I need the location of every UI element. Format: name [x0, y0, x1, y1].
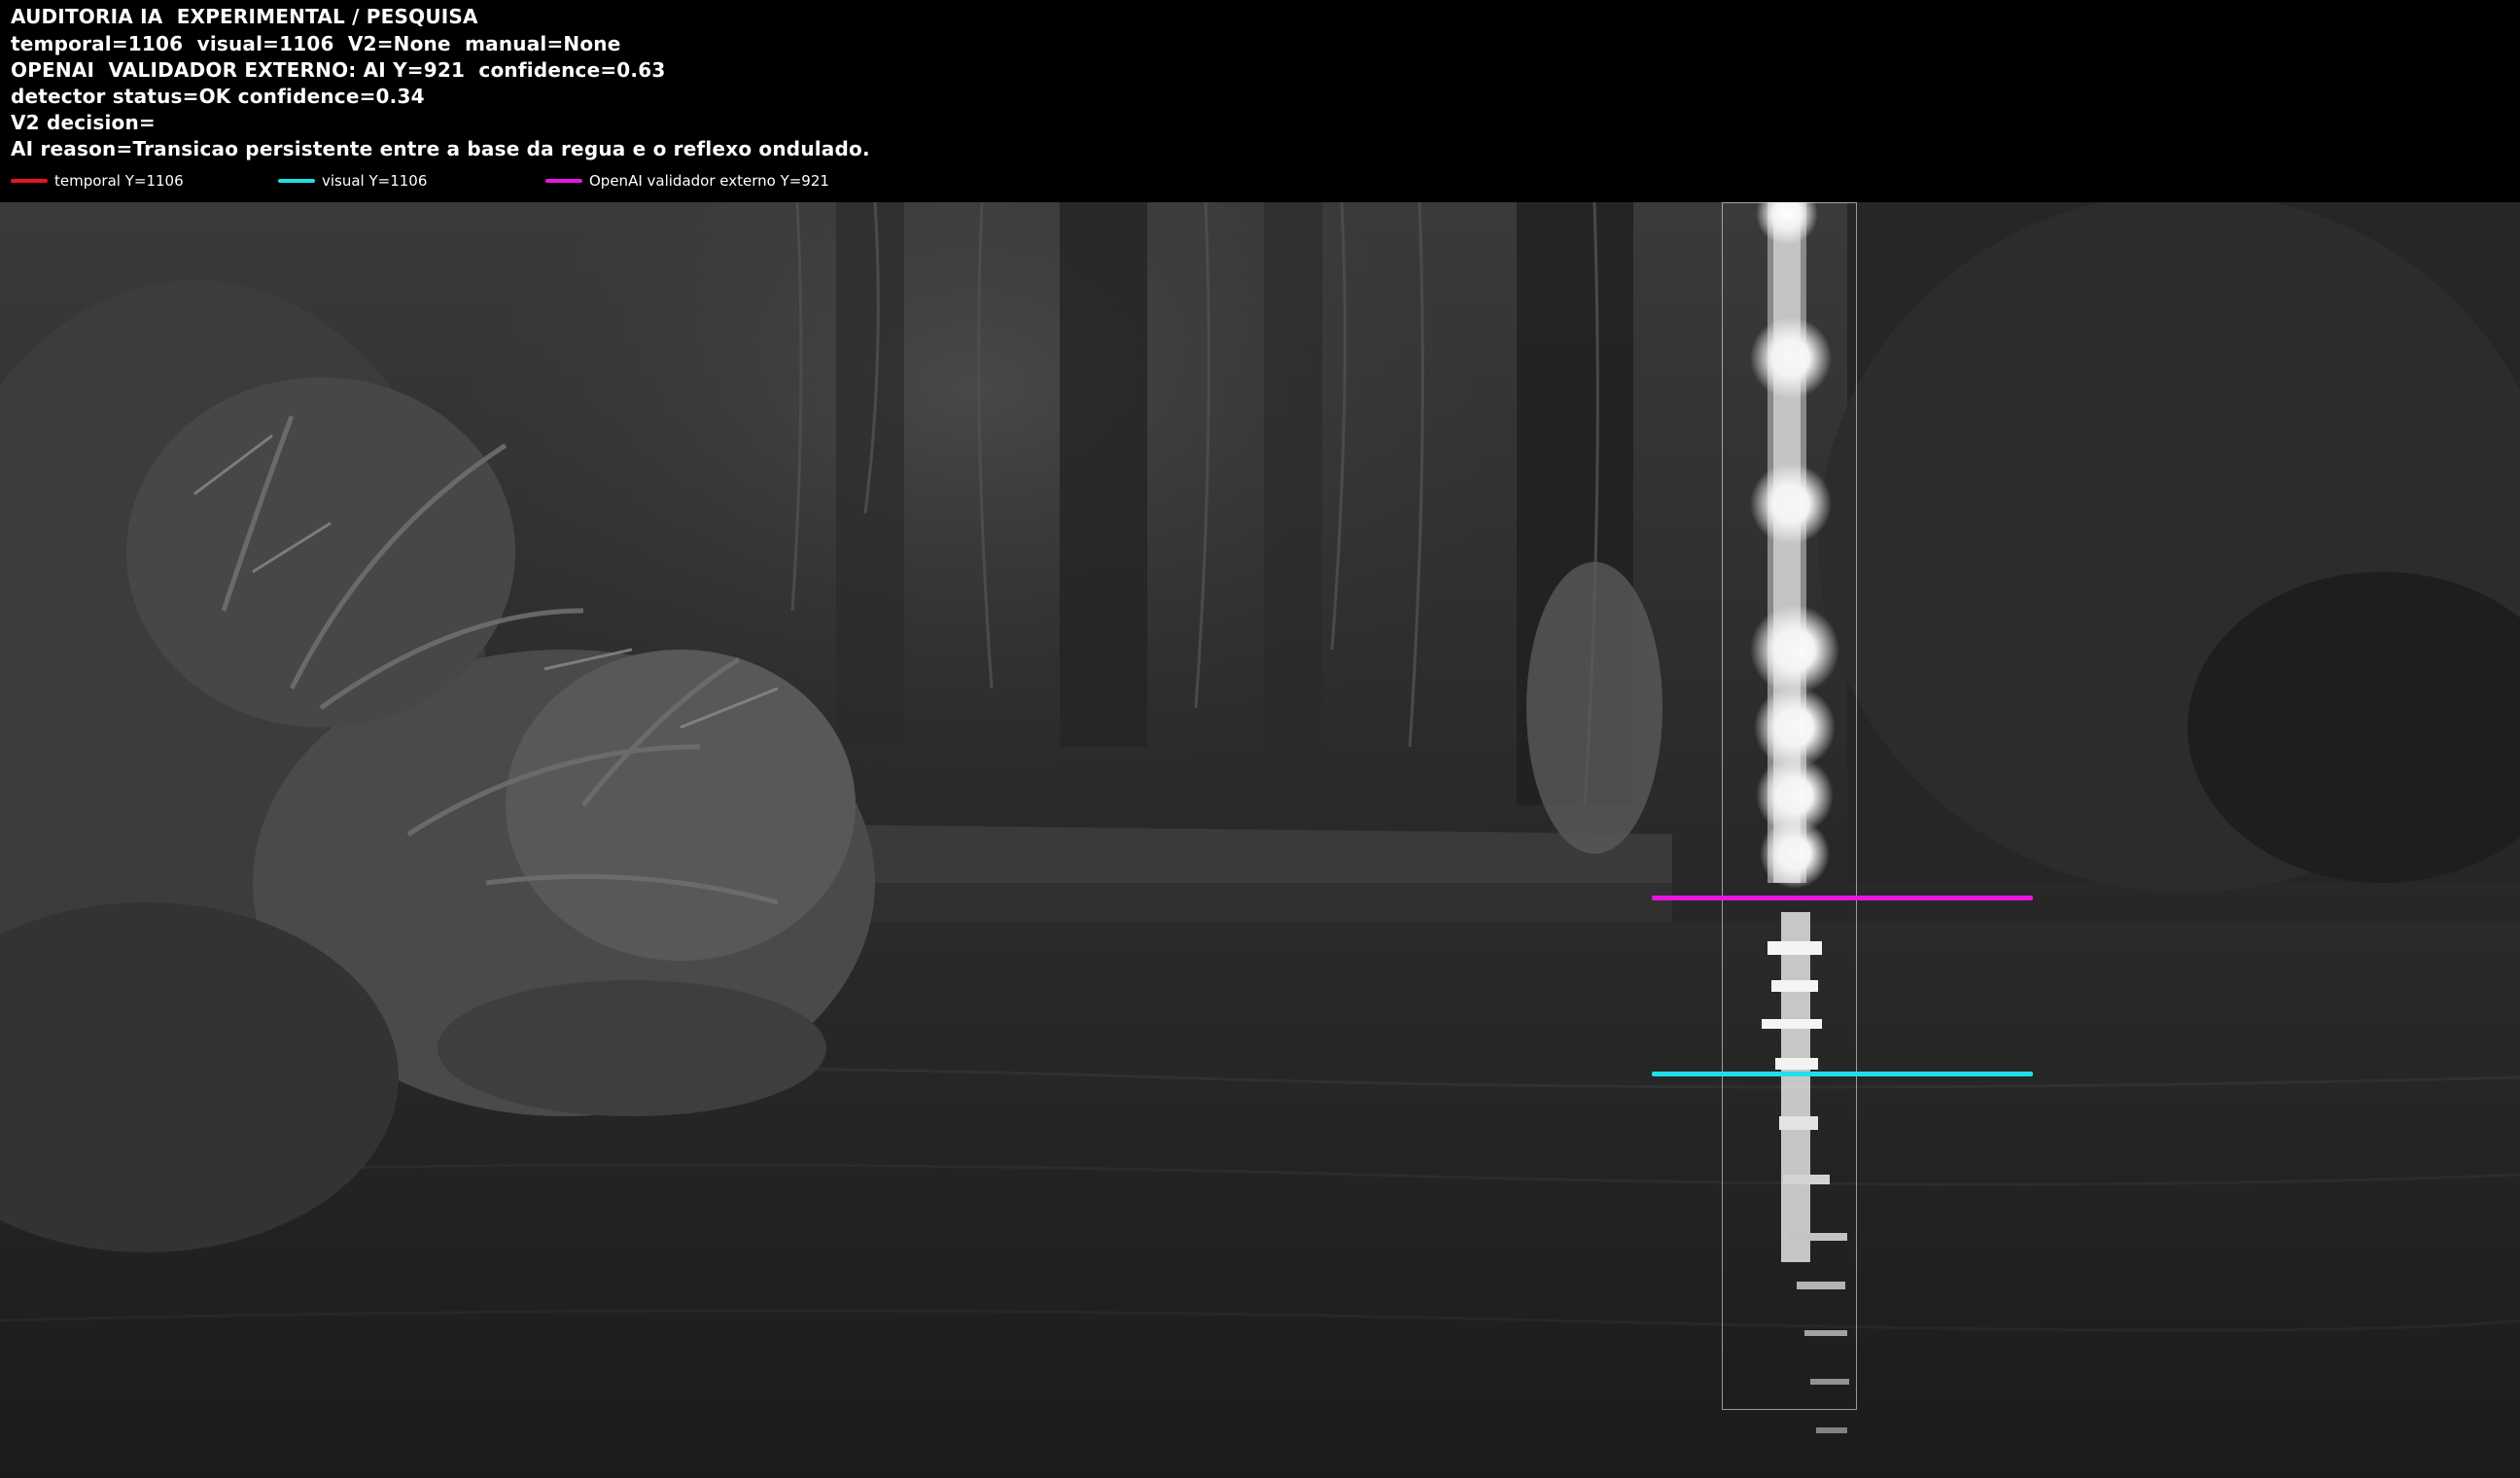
audit-header: AUDITORIA IA EXPERIMENTAL / PESQUISA tem…	[0, 0, 2520, 202]
legend-label-visual: visual Y=1106	[322, 172, 428, 190]
header-v2-decision: V2 decision=	[11, 111, 156, 134]
legend-label-temporal: temporal Y=1106	[54, 172, 184, 190]
camera-frame	[0, 202, 2520, 1478]
legend-swatch-visual	[278, 179, 315, 183]
visual-level-line	[1652, 1072, 2033, 1076]
header-openai-validator: OPENAI VALIDADOR EXTERNO: AI Y=921 confi…	[11, 58, 666, 82]
header-title: AUDITORIA IA EXPERIMENTAL / PESQUISA	[11, 5, 478, 28]
legend-swatch-openai	[545, 179, 582, 183]
legend-label-openai: OpenAI validador externo Y=921	[589, 172, 829, 190]
header-detector-status: detector status=OK confidence=0.34	[11, 85, 425, 108]
night-scene-image	[0, 202, 2520, 1478]
header-measurements: temporal=1106 visual=1106 V2=None manual…	[11, 32, 621, 55]
openai-level-line	[1652, 896, 2033, 900]
legend-swatch-temporal	[11, 179, 48, 183]
header-ai-reason: AI reason=Transicao persistente entre a …	[11, 137, 870, 160]
roi-bounding-box	[1722, 202, 1857, 1410]
